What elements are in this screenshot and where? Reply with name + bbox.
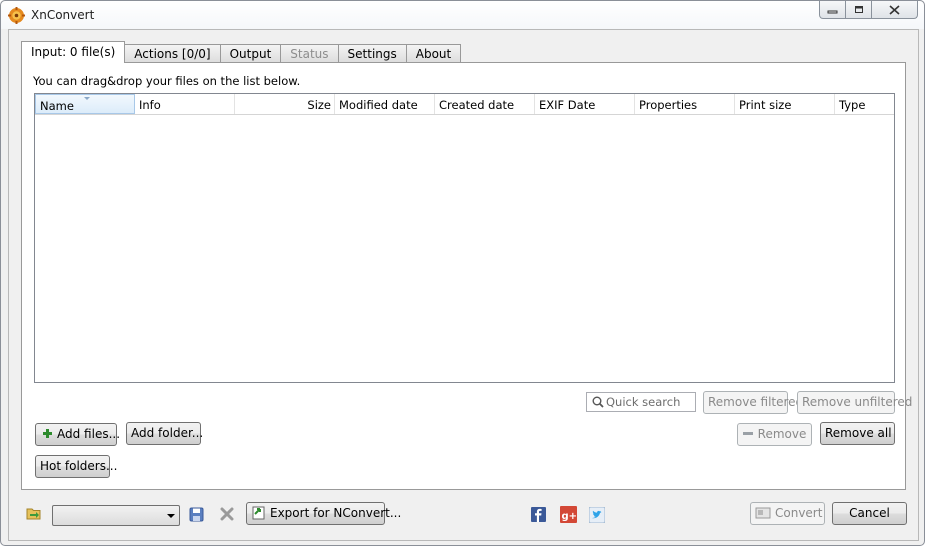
google-plus-icon[interactable]: g+ <box>560 506 577 523</box>
window-title: XnConvert <box>31 8 95 22</box>
hot-folders-button[interactable]: Hot folders... <box>35 455 117 478</box>
column-header-created-date[interactable]: Created date <box>435 94 535 114</box>
delete-icon[interactable] <box>220 507 234 521</box>
input-tab-panel: You can drag&drop your files on the list… <box>21 62 912 490</box>
app-window: XnConvert Input: 0 file(s) Actions [0/0]… <box>0 0 925 546</box>
chevron-down-icon <box>167 514 175 518</box>
save-icon[interactable] <box>189 507 204 522</box>
close-icon <box>889 4 900 15</box>
column-header-modified-date[interactable]: Modified date <box>335 94 435 114</box>
svg-text:g+: g+ <box>562 511 578 522</box>
minus-icon <box>742 432 753 435</box>
plus-icon <box>43 429 52 438</box>
tab-settings[interactable]: Settings <box>337 44 407 63</box>
main-client-area: Input: 0 file(s) Actions [0/0] Output St… <box>8 29 919 541</box>
remove-button[interactable]: Remove <box>737 423 812 446</box>
remove-filtered-button[interactable]: Remove filtered <box>703 391 803 414</box>
column-header-size[interactable]: Size <box>235 94 335 114</box>
maximize-button[interactable] <box>846 1 872 19</box>
column-header-properties[interactable]: Properties <box>635 94 735 114</box>
add-folder-button[interactable]: Add folder... <box>126 422 203 445</box>
search-placeholder: Quick search <box>606 395 681 409</box>
quick-search-input[interactable]: Quick search <box>586 392 696 412</box>
remove-unfiltered-button[interactable]: Remove unfiltered <box>797 391 912 414</box>
tab-input[interactable]: Input: 0 file(s) <box>21 41 126 63</box>
facebook-icon[interactable] <box>531 507 546 522</box>
drag-drop-hint: You can drag&drop your files on the list… <box>33 74 301 88</box>
export-icon <box>252 506 265 520</box>
column-header-name[interactable]: Name <box>35 94 135 114</box>
convert-button[interactable]: Convert <box>750 502 825 525</box>
column-header-exif-date[interactable]: EXIF Date <box>535 94 635 114</box>
tab-status[interactable]: Status <box>280 44 339 63</box>
search-icon <box>592 396 604 408</box>
sort-arrow-icon <box>84 97 90 100</box>
convert-icon <box>755 507 771 519</box>
remove-all-button[interactable]: Remove all <box>820 422 895 445</box>
file-list-header: Name Info Size Modified date Created dat… <box>35 94 894 115</box>
title-bar[interactable]: XnConvert <box>1 1 924 29</box>
minimize-button[interactable] <box>819 1 846 19</box>
add-files-button[interactable]: Add files... <box>35 423 120 446</box>
twitter-icon[interactable] <box>589 507 605 523</box>
tab-output[interactable]: Output <box>219 44 282 63</box>
cancel-button[interactable]: Cancel <box>832 502 907 525</box>
tab-actions[interactable]: Actions [0/0] <box>124 44 221 63</box>
preset-combobox[interactable] <box>52 505 180 526</box>
file-list[interactable]: Name Info Size Modified date Created dat… <box>34 93 895 383</box>
close-button[interactable] <box>872 1 918 19</box>
export-nconvert-button[interactable]: Export for NConvert... <box>246 502 401 525</box>
tab-about[interactable]: About <box>405 44 462 63</box>
xnconvert-logo-icon <box>8 7 25 24</box>
column-header-print-size[interactable]: Print size <box>735 94 835 114</box>
open-folder-icon[interactable] <box>26 507 42 521</box>
tab-bar: Input: 0 file(s) Actions [0/0] Output St… <box>21 41 462 63</box>
restore-icon <box>855 5 863 13</box>
column-header-type[interactable]: Type <box>835 94 894 114</box>
column-header-info[interactable]: Info <box>135 94 235 114</box>
minimize-icon <box>827 10 838 14</box>
